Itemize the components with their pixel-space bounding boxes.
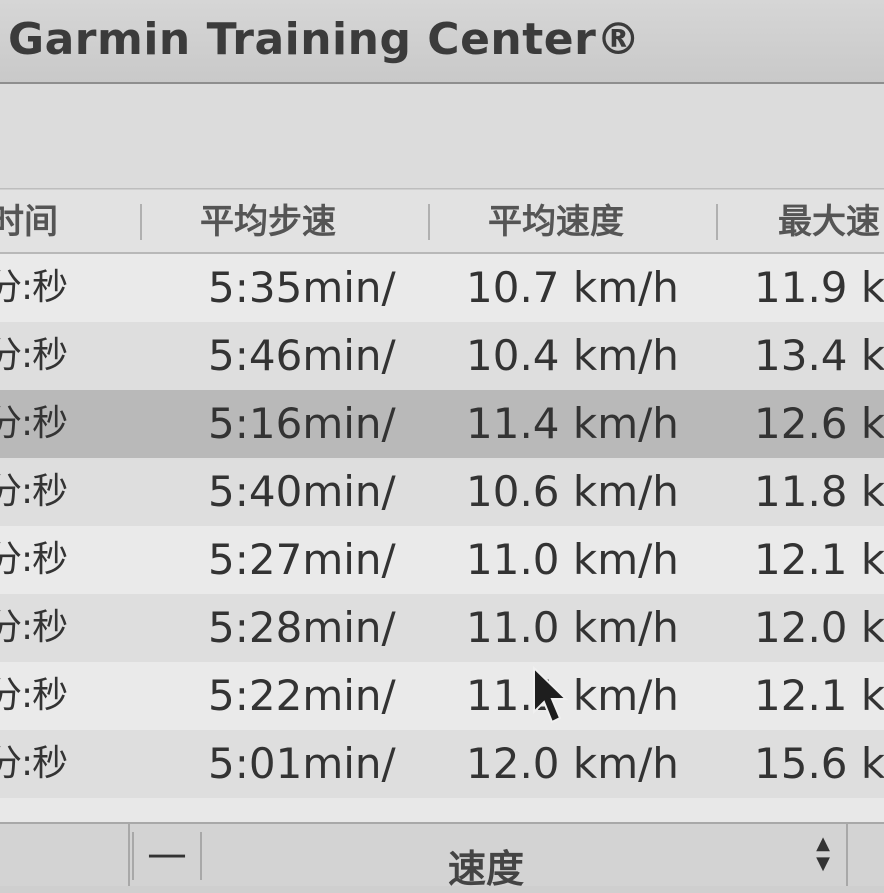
- table-row[interactable]: 分:秒 5:22min/ 11.1 km/h 12.1 k: [0, 662, 884, 730]
- cell-avg-speed: 12.0 km/h: [466, 739, 679, 788]
- status-bar: — 速度 ▲ ▼: [0, 822, 884, 891]
- status-segment: [0, 824, 130, 886]
- cell-avg-pace: 5:27min/: [208, 535, 396, 584]
- table-row-selected[interactable]: 分:秒 5:16min/ 11.4 km/h 12.6 k: [0, 390, 884, 458]
- toolbar-area: [0, 84, 884, 189]
- cell-avg-speed: 11.4 km/h: [466, 399, 679, 448]
- table-header: 时间 平均步速 平均速度 最大速: [0, 190, 884, 254]
- table-row[interactable]: 分:秒 5:01min/ 12.0 km/h 15.6 k: [0, 730, 884, 798]
- cell-time: 分:秒: [0, 675, 68, 716]
- table-body: 分:秒 5:35min/ 10.7 km/h 11.9 k 分:秒 5:46mi…: [0, 254, 884, 798]
- cell-time: 分:秒: [0, 471, 68, 512]
- cell-avg-pace: 5:35min/: [208, 263, 396, 312]
- field-selector-label[interactable]: 速度: [448, 838, 524, 893]
- table-row[interactable]: 分:秒 5:46min/ 10.4 km/h 13.4 k: [0, 322, 884, 390]
- cell-max-speed: 15.6 k: [754, 739, 884, 788]
- title-bar: Garmin Training Center®: [0, 0, 884, 84]
- cell-avg-pace: 5:46min/: [208, 331, 396, 380]
- cell-max-speed: 12.1 k: [754, 535, 884, 584]
- cell-avg-speed: 11.0 km/h: [466, 535, 679, 584]
- column-separator[interactable]: [140, 204, 142, 240]
- cell-max-speed: 12.1 k: [754, 671, 884, 720]
- cell-avg-pace: 5:01min/: [208, 739, 396, 788]
- table-row[interactable]: 分:秒 5:28min/ 11.0 km/h 12.0 k: [0, 594, 884, 662]
- column-separator[interactable]: [428, 204, 430, 240]
- cell-avg-speed: 10.6 km/h: [466, 467, 679, 516]
- mouse-pointer-icon: [533, 666, 569, 724]
- column-header-max-speed[interactable]: 最大速: [778, 190, 884, 252]
- column-header-avg-speed[interactable]: 平均速度: [488, 190, 688, 252]
- cell-max-speed: 12.0 k: [754, 603, 884, 652]
- table-row[interactable]: 分:秒 5:40min/ 10.6 km/h 11.8 k: [0, 458, 884, 526]
- window-title: Garmin Training Center®: [8, 14, 641, 65]
- cell-avg-speed: 10.4 km/h: [466, 331, 679, 380]
- cell-max-speed: 11.8 k: [754, 467, 884, 516]
- cell-time: 分:秒: [0, 607, 68, 648]
- cell-time: 分:秒: [0, 539, 68, 580]
- status-divider: [846, 824, 848, 886]
- column-header-time[interactable]: 时间: [0, 190, 110, 252]
- cell-avg-speed: 11.1 km/h: [466, 671, 679, 720]
- cell-avg-speed: 11.0 km/h: [466, 603, 679, 652]
- remove-button[interactable]: —: [132, 832, 202, 880]
- cell-max-speed: 11.9 k: [754, 263, 884, 312]
- cell-max-speed: 12.6 k: [754, 399, 884, 448]
- table-row[interactable]: 分:秒 5:27min/ 11.0 km/h 12.1 k: [0, 526, 884, 594]
- table-row[interactable]: 分:秒 5:35min/ 10.7 km/h 11.9 k: [0, 254, 884, 322]
- cell-avg-pace: 5:28min/: [208, 603, 396, 652]
- cell-avg-pace: 5:16min/: [208, 399, 396, 448]
- lap-table: 时间 平均步速 平均速度 最大速 分:秒 5:35min/ 10.7 km/h …: [0, 190, 884, 822]
- cell-avg-pace: 5:22min/: [208, 671, 396, 720]
- cell-time: 分:秒: [0, 403, 68, 444]
- cell-avg-speed: 10.7 km/h: [466, 263, 679, 312]
- cell-max-speed: 13.4 k: [754, 331, 884, 380]
- column-separator[interactable]: [716, 204, 718, 240]
- cell-time: 分:秒: [0, 743, 68, 784]
- column-header-avg-pace[interactable]: 平均步速: [200, 190, 400, 252]
- cell-time: 分:秒: [0, 267, 68, 308]
- cell-avg-pace: 5:40min/: [208, 467, 396, 516]
- cell-time: 分:秒: [0, 335, 68, 376]
- spin-updown-icon[interactable]: ▲ ▼: [810, 834, 836, 878]
